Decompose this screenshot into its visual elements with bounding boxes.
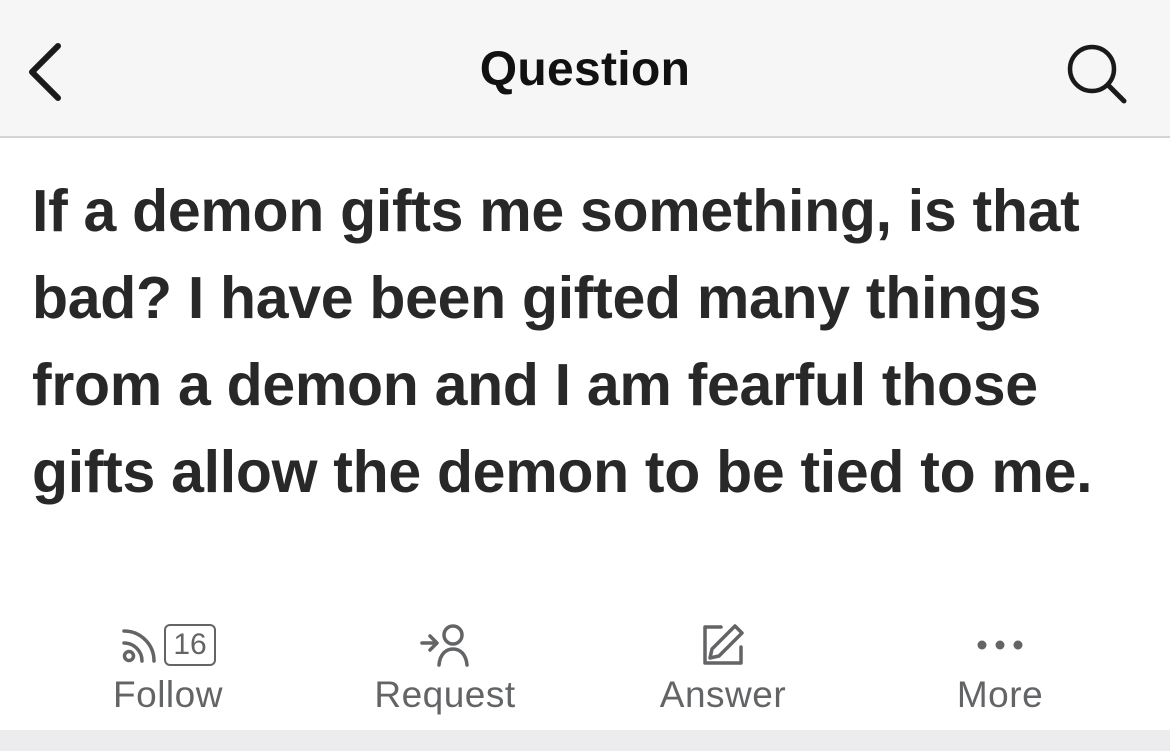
- search-icon: [1067, 44, 1127, 104]
- section-divider: [0, 730, 1170, 751]
- more-button[interactable]: More: [890, 612, 1110, 724]
- page-title: Question: [479, 43, 691, 96]
- search-button[interactable]: [1060, 42, 1130, 106]
- top-nav-bar: Question: [0, 0, 1170, 138]
- more-dots-icon: [977, 640, 1023, 650]
- follow-label: Follow: [113, 674, 223, 715]
- question-action-bar: 16 Follow Request Answer More: [0, 612, 1170, 730]
- request-icon-group: [335, 618, 555, 672]
- pencil-edit-icon: [703, 624, 744, 665]
- answer-icon-group: [613, 618, 833, 672]
- question-title: If a demon gifts me something, is that b…: [32, 178, 1093, 505]
- follow-icon-group: 16: [58, 618, 278, 672]
- request-label: Request: [374, 674, 516, 715]
- answer-label: Answer: [659, 674, 787, 715]
- request-user-icon: [420, 624, 469, 667]
- follow-button[interactable]: 16 Follow: [58, 612, 278, 724]
- more-label: More: [956, 674, 1044, 715]
- more-icon-group: [890, 618, 1110, 672]
- request-button[interactable]: Request: [335, 612, 555, 724]
- follow-feed-icon: [122, 629, 157, 663]
- follow-count-badge: 16: [164, 624, 216, 666]
- answer-button[interactable]: Answer: [613, 612, 833, 724]
